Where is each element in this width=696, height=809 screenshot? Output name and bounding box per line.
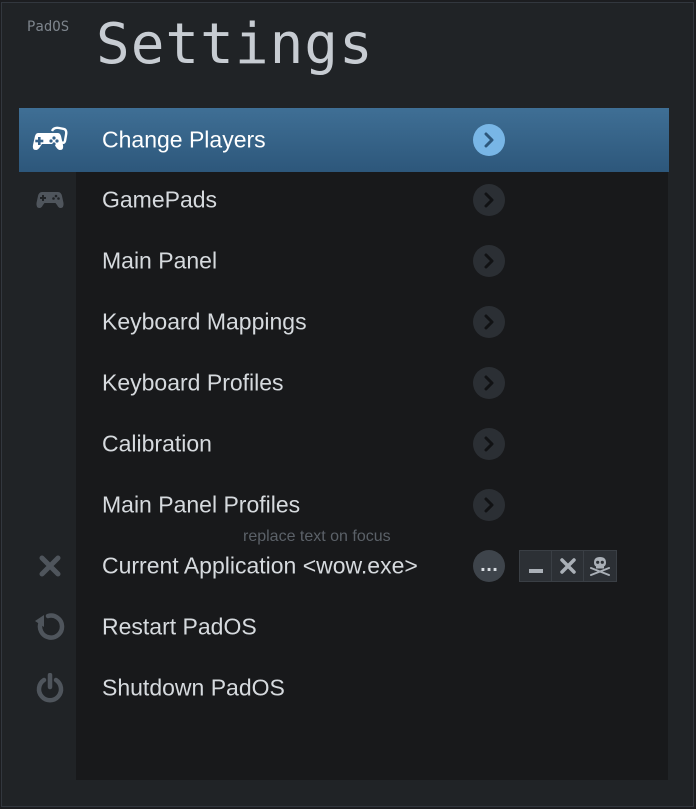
menu-item-change-players[interactable]: Change Players	[19, 108, 669, 172]
gamepad-players-icon	[31, 123, 69, 157]
menu-item-main-panel-profiles[interactable]: Main Panel Profiles	[19, 474, 669, 535]
power-icon	[31, 671, 69, 705]
minimize-icon[interactable]	[520, 550, 552, 581]
close-icon[interactable]	[31, 549, 69, 583]
menu-item-label: Restart PadOS	[102, 613, 257, 639]
menu-item-label: Main Panel Profiles	[102, 491, 301, 517]
menu-item-restart-padOS[interactable]: Restart PadOS	[19, 596, 669, 657]
menu-item-label: GamePads	[102, 186, 218, 212]
menu-item-gamepads[interactable]: GamePads	[19, 169, 669, 230]
chevron-right-icon[interactable]	[473, 183, 505, 216]
menu-item-shutdown-padOS[interactable]: Shutdown PadOS	[19, 657, 669, 718]
focus-hint-text: replace text on focus	[243, 528, 391, 545]
application-window-controls	[519, 549, 617, 582]
chevron-right-icon[interactable]	[473, 124, 505, 156]
menu-item-label: Keyboard Profiles	[102, 369, 284, 395]
menu-item-label: Calibration	[102, 430, 212, 456]
page-title: Settings	[96, 12, 374, 77]
chevron-right-icon[interactable]	[473, 427, 505, 460]
menu-item-label: Main Panel	[102, 247, 218, 273]
chevron-right-icon[interactable]	[473, 244, 505, 277]
app-name: PadOS	[27, 19, 70, 35]
restart-icon	[31, 610, 69, 644]
chevron-right-icon[interactable]	[473, 305, 505, 338]
menu-item-label: Keyboard Mappings	[102, 308, 307, 334]
chevron-right-icon[interactable]	[473, 366, 505, 399]
close-icon[interactable]	[552, 550, 584, 581]
more-options-button[interactable]: ...	[473, 549, 505, 582]
menu-item-keyboard-mappings[interactable]: Keyboard Mappings	[19, 291, 669, 352]
chevron-right-icon[interactable]	[473, 488, 505, 521]
menu-item-current-application[interactable]: replace text on focus Current Applicatio…	[19, 528, 669, 596]
menu-item-calibration[interactable]: Calibration	[19, 413, 669, 474]
menu-item-main-panel[interactable]: Main Panel	[19, 230, 669, 291]
menu-item-label: Current Application <wow.exe>	[102, 552, 418, 578]
menu-item-keyboard-profiles[interactable]: Keyboard Profiles	[19, 352, 669, 413]
menu-item-label: Change Players	[102, 126, 266, 153]
settings-menu: Change Players GamePads Main Panel Keybo…	[19, 108, 669, 718]
menu-item-label: Shutdown PadOS	[102, 674, 285, 700]
skull-crossbones-icon[interactable]	[584, 550, 616, 581]
gamepad-icon	[31, 183, 69, 217]
